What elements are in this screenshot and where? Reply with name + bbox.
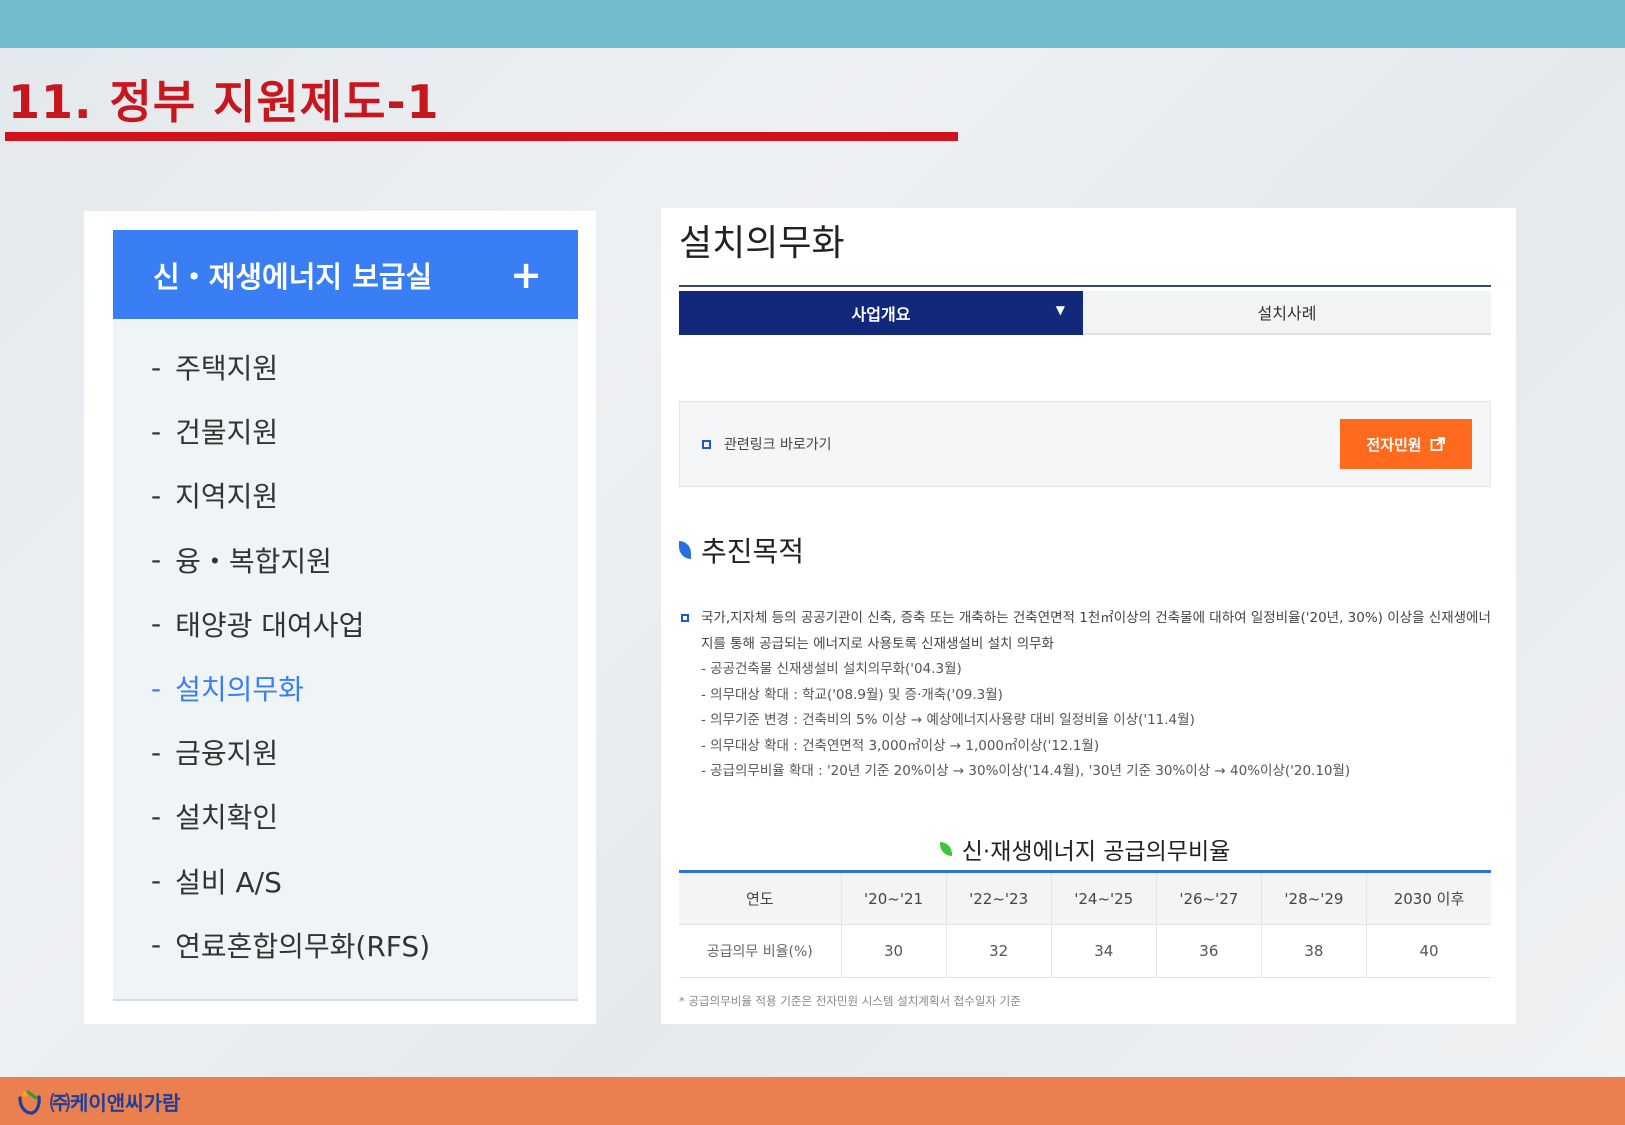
sidebar-item-label: 건물지원 <box>175 416 279 450</box>
section-title: 추진목적 <box>701 535 805 568</box>
external-link-icon <box>1430 437 1445 451</box>
sidebar-item-finance[interactable]: - 금융지원 <box>113 720 578 784</box>
tab-label: 사업개요 <box>851 305 911 324</box>
tab-bar: 사업개요 ▼ 설치사례 <box>679 291 1491 335</box>
sidebar-item-label: 금융지원 <box>175 737 279 771</box>
e-civil-button-label: 전자민원 <box>1366 435 1422 454</box>
table-header: '28~'29 <box>1261 871 1367 925</box>
sidebar-item-label: 태양광 대여사업 <box>175 608 365 642</box>
sidebar-item-building[interactable]: - 건물지원 <box>113 399 578 463</box>
table-cell: 34 <box>1051 924 1157 978</box>
square-bullet-icon <box>702 440 711 449</box>
section-heading: 추진목적 <box>679 530 804 570</box>
sidebar-item-as[interactable]: - 설비 A/S <box>113 849 578 913</box>
sidebar-header[interactable]: 신・재생에너지 보급실 + <box>113 230 578 319</box>
tab-label: 설치사례 <box>1257 304 1317 323</box>
tab-divider <box>679 285 1491 287</box>
table-cell: 36 <box>1156 924 1262 978</box>
table-header: '22~'23 <box>946 871 1052 925</box>
history-item: - 공급의무비율 확대 : '20년 기준 20%이상 → 30%이상('14.… <box>701 763 1351 779</box>
sidebar-item-installation-mandate[interactable]: - 설치의무화 <box>113 656 578 720</box>
sidebar-item-label: 지역지원 <box>175 480 279 514</box>
table-title-text: 신·재생에너지 공급의무비율 <box>961 839 1231 865</box>
square-bullet-icon <box>681 614 689 622</box>
sidebar-item-label: 연료혼합의무화(RFS) <box>175 929 431 963</box>
sidebar-item-solar-rental[interactable]: - 태양광 대여사업 <box>113 592 578 656</box>
sidebar-item-convergence[interactable]: - 융・복합지원 <box>113 528 578 592</box>
company-logo-icon <box>18 1090 41 1115</box>
history-item: - 의무기준 변경 : 건축비의 5% 이상 → 예상에너지사용량 대비 일정비… <box>701 712 1195 728</box>
table-header: '24~'25 <box>1051 871 1157 925</box>
table-header: 연도 <box>679 871 842 925</box>
history-item: - 의무대상 확대 : 학교('08.9월) 및 증·개축('09.3월) <box>701 686 1003 703</box>
history-item: - 의무대상 확대 : 건축연면적 3,000㎡이상 → 1,000㎡이상('1… <box>701 737 1100 754</box>
e-civil-button[interactable]: 전자민원 <box>1340 419 1472 469</box>
leaf-icon <box>679 541 691 559</box>
sidebar-item-label: 주택지원 <box>175 352 279 386</box>
table-cell: 38 <box>1261 924 1367 978</box>
table-header: '20~'21 <box>841 871 947 925</box>
top-band <box>0 0 1625 48</box>
obligation-ratio-table: 연도 '20~'21 '22~'23 '24~'25 '26~'27 '28~'… <box>679 870 1491 978</box>
table-row-label: 공급의무 비율(%) <box>679 924 842 978</box>
sidebar-item-rfs[interactable]: - 연료혼합의무화(RFS) <box>113 913 578 977</box>
sidebar-item-housing[interactable]: - 주택지원 <box>113 335 578 399</box>
table-cell: 40 <box>1366 924 1491 978</box>
table-footnote: * 공급의무비율 적용 기준은 전자민원 시스템 설치계획서 접수일자 기준 <box>679 994 1021 1008</box>
sidebar-item-label: 융・복합지원 <box>175 544 332 578</box>
purpose-paragraph-text: 국가,지자체 등의 공공기관이 신축, 증축 또는 개축하는 건축연면적 1천㎡… <box>701 610 1491 652</box>
table-header: 2030 이후 <box>1366 871 1491 925</box>
sidebar-item-installation-check[interactable]: - 설치확인 <box>113 784 578 848</box>
related-link-label: 관련링크 바로가기 <box>724 437 832 453</box>
related-link-box: 관련링크 바로가기 전자민원 <box>679 401 1491 487</box>
page-title: 설치의무화 <box>679 223 845 264</box>
table-cell: 30 <box>841 924 947 978</box>
table-title: 신·재생에너지 공급의무비율 <box>679 832 1491 866</box>
title-underline <box>5 132 958 141</box>
history-item: - 공공건축물 신재생설비 설치의무화('04.3월) <box>701 661 962 677</box>
purpose-paragraph: 국가,지자체 등의 공공기관이 신축, 증축 또는 개축하는 건축연면적 1천㎡… <box>679 606 1494 657</box>
plus-icon[interactable]: + <box>510 256 542 294</box>
leaf-icon <box>939 842 952 856</box>
slide-title: 11. 정부 지원제도-1 <box>8 75 440 129</box>
sidebar-item-label: 설치의무화 <box>175 673 304 707</box>
sidebar-menu: - 주택지원 - 건물지원 - 지역지원 - 융・복합지원 - 태양광 대여사업 - 설치의… <box>113 319 578 1001</box>
table-row: 공급의무 비율(%) 30 32 34 36 38 40 <box>679 924 1491 978</box>
bottom-band <box>0 1077 1625 1125</box>
tab-cases[interactable]: 설치사례 <box>1083 291 1491 335</box>
company-name: ㈜케이앤씨가람 <box>50 1091 181 1115</box>
table-cell: 32 <box>946 924 1052 978</box>
sidebar-item-region[interactable]: - 지역지원 <box>113 463 578 527</box>
company-logo: ㈜케이앤씨가람 <box>16 1087 180 1116</box>
tab-overview[interactable]: 사업개요 ▼ <box>679 291 1083 335</box>
table-header-row: 연도 '20~'21 '22~'23 '24~'25 '26~'27 '28~'… <box>679 871 1491 925</box>
sidebar-header-label: 신・재생에너지 보급실 <box>153 259 433 294</box>
table-header: '26~'27 <box>1156 871 1262 925</box>
sidebar-item-label: 설비 A/S <box>175 865 282 899</box>
caret-down-icon: ▼ <box>1055 303 1065 317</box>
sidebar-item-label: 설치확인 <box>175 801 279 835</box>
purpose-text: 국가,지자체 등의 공공기관이 신축, 증축 또는 개축하는 건축연면적 1천㎡… <box>679 606 1494 785</box>
